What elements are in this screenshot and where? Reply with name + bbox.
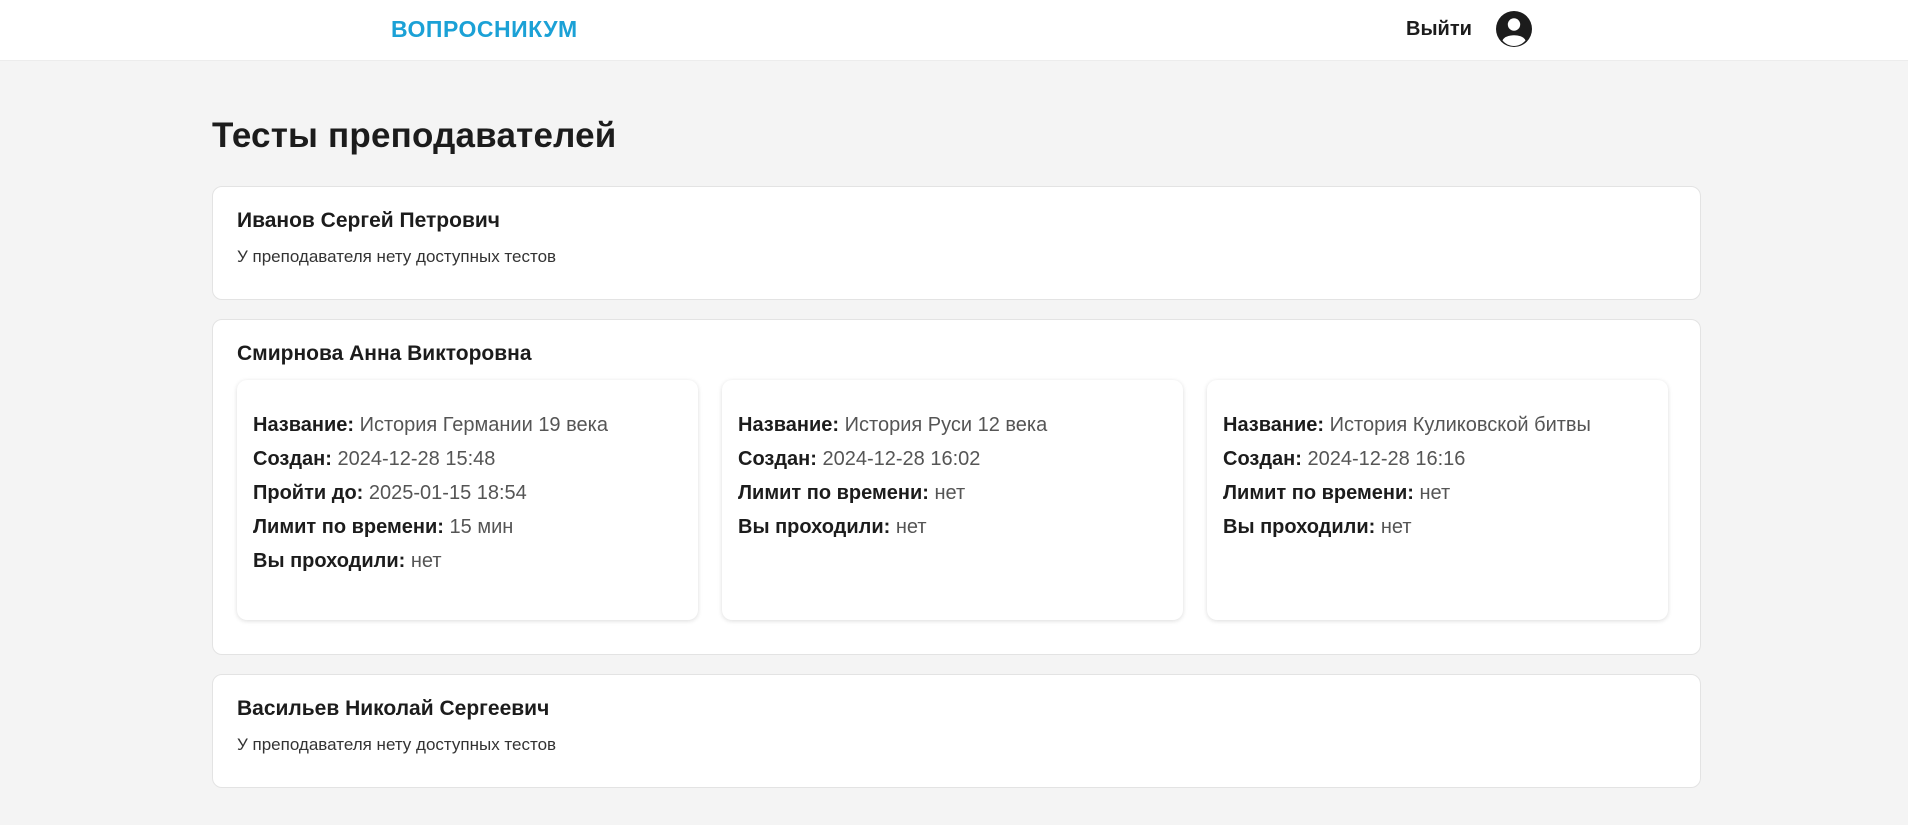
teacher-name: Васильев Николай Сергеевич: [237, 697, 550, 720]
test-created-row: Создан: 2024-12-28 15:48: [253, 442, 682, 476]
test-taken: нет: [895, 516, 927, 538]
test-due-row: Пройти до: 2025-01-15 18:54: [253, 476, 682, 510]
field-label: Название:: [253, 414, 355, 436]
user-circle-icon[interactable]: [1495, 10, 1533, 48]
test-taken-row: Вы проходили: нет: [738, 510, 1167, 544]
test-due: 2025-01-15 18:54: [368, 482, 527, 504]
test-time-limit-row: Лимит по времени: нет: [1223, 476, 1652, 510]
test-card[interactable]: Название: История Германии 19 века Созда…: [237, 380, 698, 620]
test-time-limit: нет: [934, 482, 966, 504]
test-created: 2024-12-28 15:48: [337, 448, 496, 470]
field-label: Создан:: [738, 448, 817, 470]
field-label: Лимит по времени:: [253, 516, 444, 538]
app-logo[interactable]: ВОПРОСНИКУМ: [391, 16, 578, 43]
field-label: Вы проходили:: [738, 516, 891, 538]
test-title-row: Название: История Руси 12 века: [738, 408, 1167, 442]
test-created: 2024-12-28 16:02: [822, 448, 981, 470]
field-label: Название:: [1223, 414, 1325, 436]
test-taken: нет: [410, 550, 442, 572]
page-title: Тесты преподавателей: [212, 116, 617, 155]
field-label: Вы проходили:: [253, 550, 406, 572]
test-title: История Куликовской битвы: [1329, 414, 1591, 436]
test-time-limit-row: Лимит по времени: 15 мин: [253, 510, 682, 544]
teacher-card: Иванов Сергей Петрович У преподавателя н…: [212, 186, 1701, 300]
test-time-limit: нет: [1419, 482, 1451, 504]
test-title: История Руси 12 века: [844, 414, 1048, 436]
test-created-row: Создан: 2024-12-28 16:16: [1223, 442, 1652, 476]
test-time-limit: 15 мин: [449, 516, 514, 538]
field-label: Пройти до:: [253, 482, 364, 504]
test-created-row: Создан: 2024-12-28 16:02: [738, 442, 1167, 476]
test-card[interactable]: Название: История Руси 12 века Создан: 2…: [722, 380, 1183, 620]
teacher-card: Васильев Николай Сергеевич У преподавате…: [212, 674, 1701, 788]
no-tests-message: У преподавателя нету доступных тестов: [237, 247, 557, 266]
field-label: Лимит по времени:: [738, 482, 929, 504]
field-label: Создан:: [253, 448, 332, 470]
test-title-row: Название: История Куликовской битвы: [1223, 408, 1652, 442]
field-label: Создан:: [1223, 448, 1302, 470]
logout-button[interactable]: Выйти: [1406, 18, 1472, 41]
main-content: Тесты преподавателей Иванов Сергей Петро…: [212, 61, 1701, 807]
field-label: Название:: [738, 414, 840, 436]
field-label: Лимит по времени:: [1223, 482, 1414, 504]
teacher-name: Смирнова Анна Викторовна: [237, 342, 532, 365]
no-tests-message: У преподавателя нету доступных тестов: [237, 735, 557, 754]
teacher-name: Иванов Сергей Петрович: [237, 209, 500, 232]
test-taken-row: Вы проходили: нет: [1223, 510, 1652, 544]
test-title: История Германии 19 века: [359, 414, 608, 436]
test-taken: нет: [1380, 516, 1412, 538]
top-header: ВОПРОСНИКУМ Выйти: [0, 0, 1908, 61]
teacher-card: Смирнова Анна Викторовна Название: Истор…: [212, 319, 1701, 655]
test-time-limit-row: Лимит по времени: нет: [738, 476, 1167, 510]
field-label: Вы проходили:: [1223, 516, 1376, 538]
test-taken-row: Вы проходили: нет: [253, 544, 682, 578]
test-created: 2024-12-28 16:16: [1307, 448, 1466, 470]
test-card[interactable]: Название: История Куликовской битвы Созд…: [1207, 380, 1668, 620]
tests-list: Название: История Германии 19 века Созда…: [237, 380, 1676, 620]
test-title-row: Название: История Германии 19 века: [253, 408, 682, 442]
